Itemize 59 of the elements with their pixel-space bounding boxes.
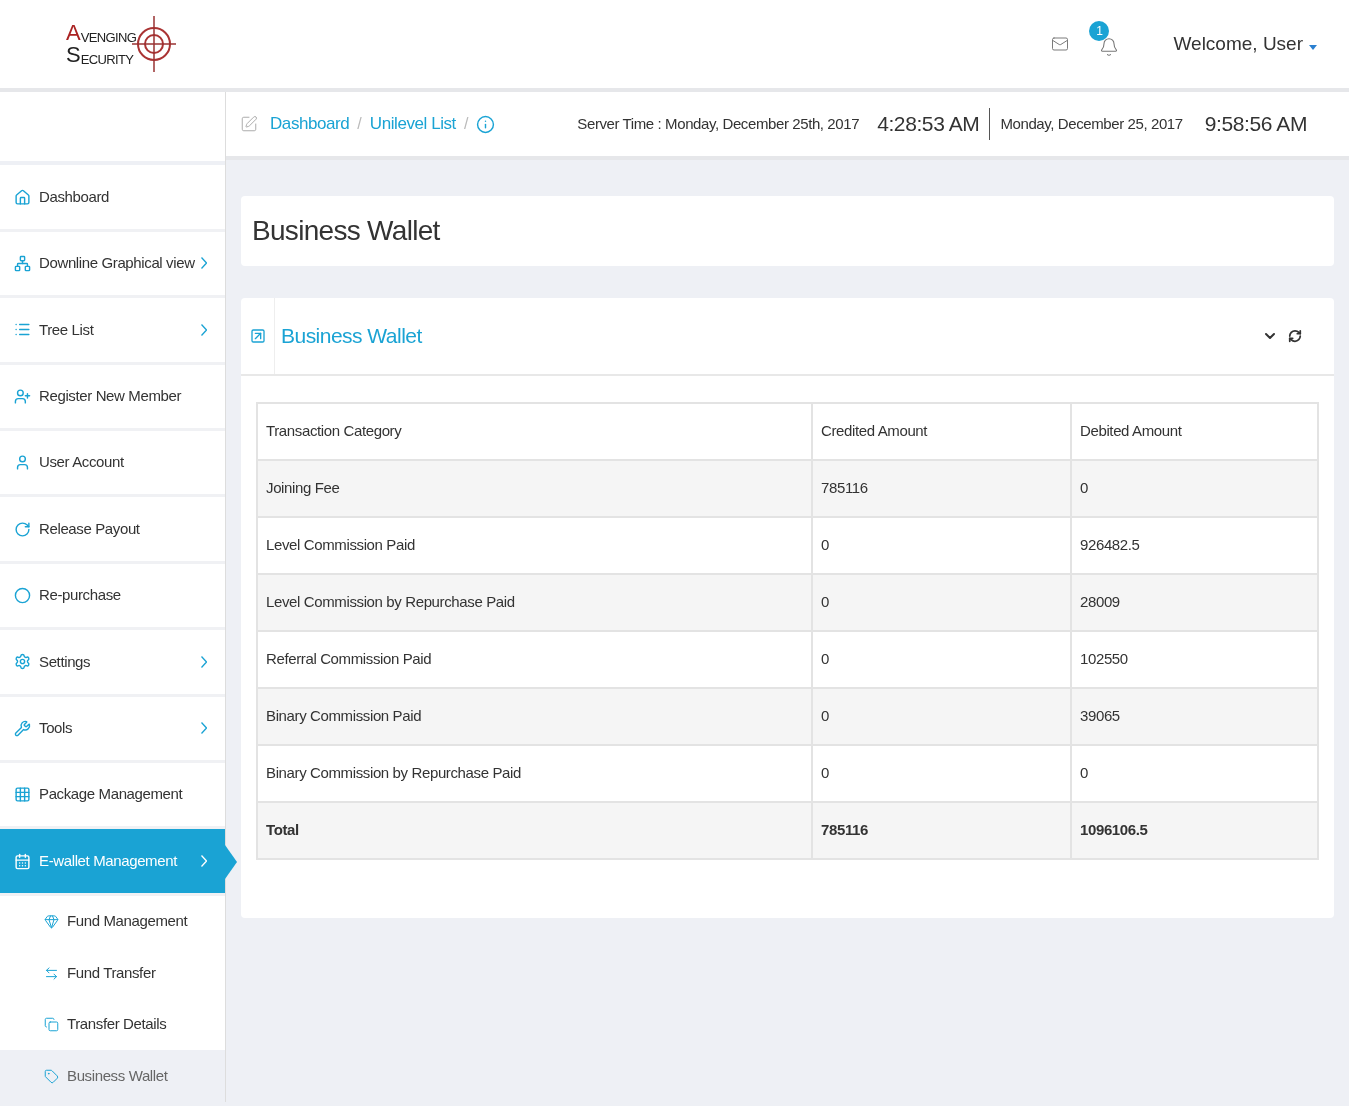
sidebar-label: Dashboard (39, 186, 109, 207)
sidebar-label: Register New Member (39, 386, 182, 407)
local-clock: 9:58:56 AM (1204, 111, 1307, 138)
panel-title: Business Wallet (281, 323, 422, 350)
column-header: Debited Amount (1071, 403, 1318, 460)
active-pointer-icon (225, 845, 237, 880)
sidebar-label: User Account (39, 452, 124, 473)
notification-icon[interactable] (1099, 37, 1120, 57)
total-cell: Total (257, 802, 812, 859)
total-cell: 785116 (812, 802, 1071, 859)
user-menu[interactable]: Welcome, User (1173, 29, 1317, 59)
diamond-icon (44, 914, 59, 930)
total-cell: 1096106.5 (1071, 802, 1318, 859)
sidebar-label: Downline Graphical view (39, 253, 195, 274)
server-clock: 4:28:53 AM (877, 108, 991, 140)
circle-icon (14, 587, 31, 604)
logo[interactable]: AVENGING SECURITY (66, 1, 178, 87)
grid-icon (14, 786, 31, 804)
logo-text: ECURITY (80, 53, 134, 66)
transfer-arrows-icon (44, 965, 59, 981)
sidebar-label: Tree List (39, 319, 94, 340)
user-icon (14, 454, 31, 472)
server-time-label: Server Time : Monday, December 25th, 2017 (577, 113, 860, 134)
tag-icon (44, 1068, 59, 1084)
sidebar-label: Tools (39, 718, 73, 739)
sidebar-label: Release Payout (39, 518, 140, 539)
logo-initial: S (66, 44, 81, 66)
column-header: Transaction Category (257, 403, 812, 460)
info-icon[interactable] (476, 114, 496, 134)
submenu-label: Fund Management (67, 911, 188, 932)
sidebar-label: Package Management (39, 784, 183, 805)
edit-icon (240, 115, 258, 133)
hierarchy-icon (14, 254, 31, 272)
submenu-item[interactable]: Business Wallet (0, 1050, 225, 1102)
submenu-label: Business Wallet (67, 1065, 168, 1086)
mail-icon[interactable] (1051, 35, 1070, 53)
sidebar-label: Re-purchase (39, 585, 121, 606)
user-plus-icon (14, 387, 31, 405)
sidebar-label: E-wallet Management (39, 850, 177, 871)
logo-initial: A (66, 22, 81, 44)
notification-badge: 1 (1089, 21, 1110, 41)
home-icon (14, 188, 31, 206)
caret-icon (1309, 44, 1317, 50)
submenu-label: Transfer Details (67, 1014, 167, 1035)
local-date: Monday, December 25, 2017 (1000, 113, 1183, 134)
page-title: Business Wallet (252, 214, 440, 248)
sidebar-label: Settings (39, 651, 91, 672)
logo-text: VENGING (80, 31, 137, 44)
column-header: Credited Amount (812, 403, 1071, 460)
breadcrumb-separator: / (357, 114, 362, 134)
calendar-icon (14, 852, 31, 870)
external-link-icon (249, 328, 266, 344)
refresh-icon[interactable] (1288, 329, 1302, 343)
refresh-icon (14, 520, 31, 538)
breadcrumb-separator: / (463, 114, 469, 134)
wrench-icon (14, 719, 31, 737)
settings-icon (14, 653, 31, 671)
submenu-label: Fund Transfer (67, 962, 156, 983)
copy-icon (44, 1017, 59, 1033)
